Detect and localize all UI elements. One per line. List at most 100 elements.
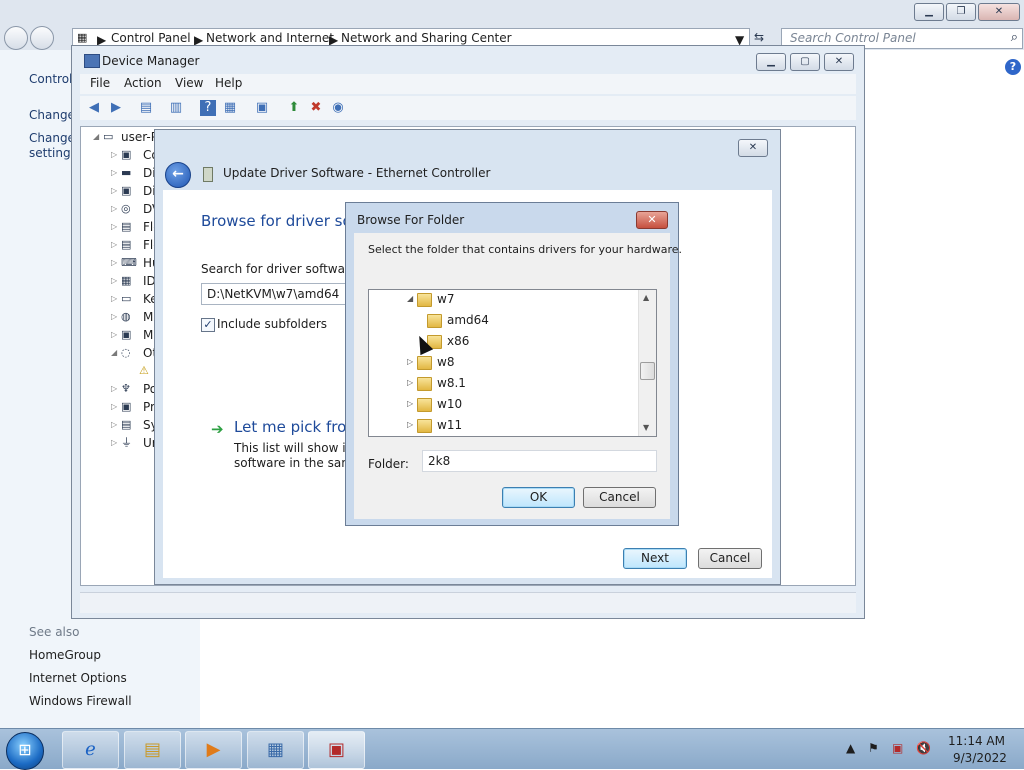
include-subfolders-checkbox[interactable]: ✓ <box>201 318 215 332</box>
back-arrow-icon[interactable]: ← <box>165 162 191 188</box>
folder-input[interactable]: 2k8 <box>422 450 657 472</box>
control-panel-taskbar-icon[interactable]: ▦ <box>247 731 304 769</box>
back-button[interactable] <box>4 26 28 50</box>
sidebar-link[interactable]: Control <box>29 72 72 86</box>
folder-tree[interactable]: ◢ w7 amd64 x86 ▷ w8 ▷ w8.1 ▷ w10 ▷ w11 ▲… <box>368 289 657 437</box>
menu-help[interactable]: Help <box>215 76 242 90</box>
show-hide-console-tree-icon[interactable]: ▤ <box>138 100 154 116</box>
scrollbar-thumb[interactable] <box>640 362 655 380</box>
keyboard-icon: ▭ <box>121 292 132 305</box>
start-button[interactable]: ⊞ <box>6 732 44 770</box>
hid-icon: ⌨ <box>121 256 137 269</box>
minimize-button[interactable]: ▁ <box>756 53 786 71</box>
folder-label: amd64 <box>447 313 489 327</box>
pick-description: software in the same <box>234 456 361 470</box>
forward-arrow-icon[interactable]: ▶ <box>108 100 124 116</box>
cancel-button[interactable]: Cancel <box>583 487 656 508</box>
scroll-up-icon[interactable]: ▲ <box>643 293 649 302</box>
sidebar-link[interactable]: Change <box>29 108 75 122</box>
refresh-icon[interactable]: ⇆ <box>754 30 764 44</box>
breadcrumb-item[interactable]: Network and Internet <box>206 31 334 45</box>
folder-label: w10 <box>437 397 463 411</box>
status-bar <box>80 592 856 613</box>
close-button[interactable]: ✕ <box>824 53 854 71</box>
browse-for-folder-dialog: Browse For Folder ✕ Select the folder th… <box>345 202 682 526</box>
action-pane-icon[interactable]: ▦ <box>222 100 238 116</box>
breadcrumb-item[interactable]: Control Panel <box>111 31 191 45</box>
update-driver-icon[interactable]: ⬆ <box>286 100 302 116</box>
expand-icon[interactable]: ▷ <box>407 420 413 429</box>
folder-item-w8[interactable]: ▷ w8 <box>407 353 507 374</box>
driver-path-input[interactable]: D:\NetKVM\w7\amd64 <box>201 283 361 305</box>
pick-from-list-link[interactable]: Let me pick from <box>234 418 361 436</box>
enable-device-icon[interactable]: ◉ <box>330 100 346 116</box>
floppy-icon: ▤ <box>121 220 132 233</box>
search-placeholder: Search Control Panel <box>790 31 916 45</box>
collapse-icon[interactable]: ◢ <box>407 294 413 303</box>
folder-item-w8-1[interactable]: ▷ w8.1 <box>407 374 507 395</box>
breadcrumb-item[interactable]: Network and Sharing Center <box>341 31 512 45</box>
toolbar: ◀ ▶ ▤ ▥ ? ▦ ▣ ⬆ ✖ ◉ <box>80 96 856 120</box>
folder-item-w10[interactable]: ▷ w10 <box>407 395 507 416</box>
taskbar: ⊞ ℯ ▤ ▶ ▦ ▣ ▲ ⚑ ▣ 🔇 11:14 AM 9/3/2022 <box>0 728 1024 770</box>
folder-item-x86[interactable]: x86 <box>417 332 517 353</box>
minimize-button[interactable]: ▁ <box>914 3 944 21</box>
device-manager-taskbar-icon[interactable]: ▣ <box>308 731 365 769</box>
uninstall-icon[interactable]: ✖ <box>308 100 324 116</box>
network-icon[interactable]: ▣ <box>892 741 903 755</box>
next-button[interactable]: Next <box>623 548 687 569</box>
vertical-scrollbar[interactable]: ▲ ▼ <box>638 290 656 436</box>
scan-hardware-icon[interactable]: ▣ <box>254 100 270 116</box>
folder-label: w7 <box>437 292 455 306</box>
media-player-icon[interactable]: ▶ <box>185 731 242 769</box>
scroll-down-icon[interactable]: ▼ <box>643 423 649 432</box>
menu-action[interactable]: Action <box>124 76 162 90</box>
clock-date[interactable]: 9/3/2022 <box>953 751 1007 765</box>
internet-explorer-icon[interactable]: ℯ <box>62 731 119 769</box>
sidebar-link[interactable]: Change <box>29 131 75 145</box>
action-center-flag-icon[interactable]: ⚑ <box>868 741 879 755</box>
folder-item-w11[interactable]: ▷ w11 <box>407 416 507 436</box>
ok-button[interactable]: OK <box>502 487 575 508</box>
sidebar-link[interactable]: settings <box>29 146 77 160</box>
collapse-icon[interactable]: ◢ <box>93 132 99 141</box>
monitor-icon: ▣ <box>121 328 132 341</box>
show-hidden-icons-icon[interactable]: ▲ <box>846 741 855 755</box>
properties-icon[interactable]: ▥ <box>168 100 184 116</box>
expand-icon[interactable]: ▷ <box>407 399 413 408</box>
see-also-homegroup-link[interactable]: HomeGroup <box>29 648 101 662</box>
volume-muted-icon[interactable]: 🔇 <box>916 741 931 755</box>
folder-label: w11 <box>437 418 463 432</box>
page-heading: Browse for driver sof <box>201 212 357 230</box>
green-arrow-icon: ➔ <box>211 420 224 438</box>
see-also-windows-firewall-link[interactable]: Windows Firewall <box>29 694 132 708</box>
include-subfolders-label[interactable]: Include subfolders <box>217 317 327 331</box>
tree-root[interactable]: ◢ ▭ user-P <box>93 129 163 147</box>
expand-icon[interactable]: ▷ <box>407 378 413 387</box>
folder-item-w7[interactable]: ◢ w7 <box>407 290 507 311</box>
menu-file[interactable]: File <box>90 76 110 90</box>
dialog-title: Update Driver Software - Ethernet Contro… <box>223 166 491 180</box>
menu-view[interactable]: View <box>175 76 203 90</box>
see-also-internet-options-link[interactable]: Internet Options <box>29 671 127 685</box>
expand-icon[interactable]: ▷ <box>407 357 413 366</box>
search-icon[interactable]: ⌕ <box>1011 30 1018 45</box>
close-button[interactable]: ✕ <box>636 211 668 229</box>
back-arrow-icon[interactable]: ◀ <box>86 100 102 116</box>
close-button[interactable]: ✕ <box>738 139 768 157</box>
maximize-button[interactable]: ▢ <box>790 53 820 71</box>
forward-button[interactable] <box>30 26 54 50</box>
disk-drive-icon: ▬ <box>121 166 132 179</box>
restore-button[interactable]: ❐ <box>946 3 976 21</box>
help-icon[interactable]: ? <box>1005 59 1021 75</box>
cancel-button[interactable]: Cancel <box>698 548 762 569</box>
menu-bar: File Action View Help <box>80 74 856 94</box>
close-button[interactable]: ✕ <box>978 3 1020 21</box>
folder-item-amd64[interactable]: amd64 <box>417 311 517 332</box>
clock-time[interactable]: 11:14 AM <box>948 734 1005 748</box>
help-icon[interactable]: ? <box>200 100 216 116</box>
control-panel-window-buttons: ▁ ❐ ✕ <box>914 3 1020 21</box>
computer-icon: ▭ <box>103 130 114 143</box>
file-explorer-icon[interactable]: ▤ <box>124 731 181 769</box>
ports-icon: ♆ <box>121 382 131 395</box>
